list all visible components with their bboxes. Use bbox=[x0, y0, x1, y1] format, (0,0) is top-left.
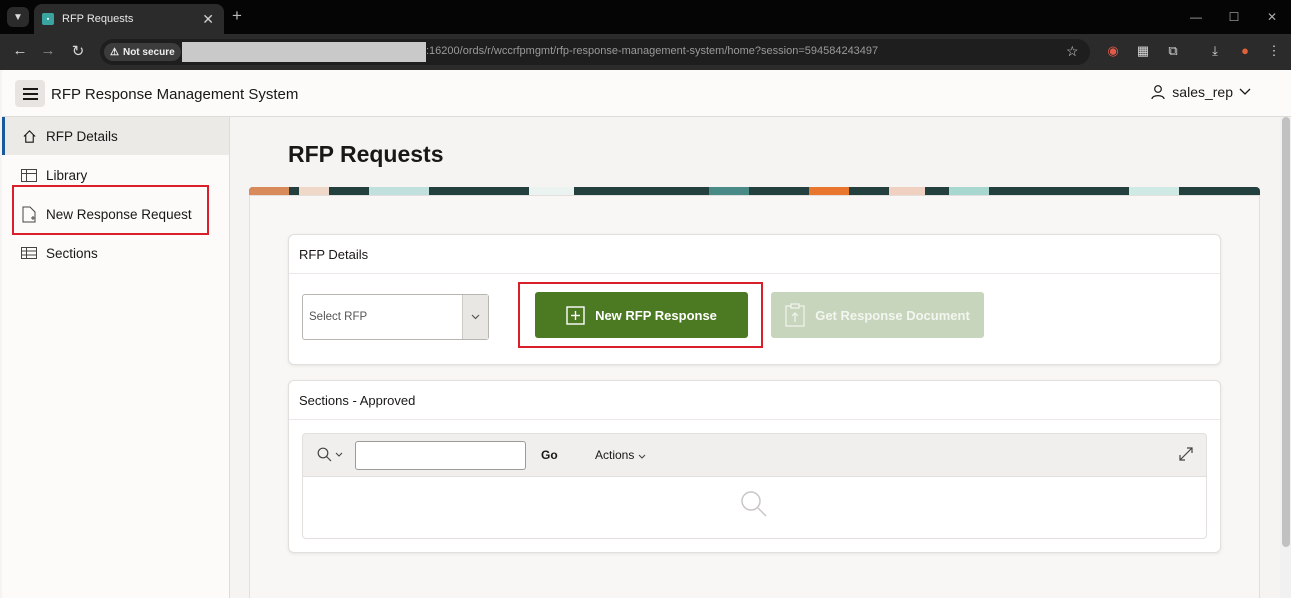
app-title[interactable]: RFP Response Management System bbox=[51, 86, 298, 103]
highlight-box-new-button bbox=[518, 282, 763, 348]
actions-label: Actions bbox=[595, 448, 635, 462]
search-column-selector[interactable] bbox=[317, 447, 343, 462]
tab-title: RFP Requests bbox=[62, 13, 134, 25]
browser-menu-icon[interactable]: ⋮ bbox=[1265, 43, 1283, 59]
tab-close-icon[interactable]: ✕ bbox=[202, 11, 214, 28]
sidebar-item-sections[interactable]: Sections bbox=[2, 234, 229, 272]
security-indicator[interactable]: ⚠ Not secure bbox=[104, 43, 181, 61]
report-search-input[interactable] bbox=[355, 441, 526, 470]
actions-menu-button[interactable]: Actions bbox=[595, 448, 646, 462]
url-text[interactable]: :16200/ords/r/wccrfpmgmt/rfp-response-ma… bbox=[426, 45, 878, 57]
go-button[interactable]: Go bbox=[541, 448, 558, 462]
record-icon[interactable]: ◉ bbox=[1104, 43, 1122, 59]
maximize-icon[interactable]: ☐ bbox=[1215, 0, 1253, 34]
url-redacted bbox=[182, 42, 426, 62]
extensions-icon[interactable]: ⧉ bbox=[1164, 43, 1182, 59]
grid-icon bbox=[21, 167, 37, 183]
app-header: RFP Response Management System sales_rep bbox=[2, 70, 1291, 117]
get-response-document-label: Get Response Document bbox=[815, 307, 970, 323]
page-title: RFP Requests bbox=[288, 141, 444, 167]
new-tab-icon[interactable]: + bbox=[232, 6, 242, 26]
tab-search-button[interactable]: ▼ bbox=[7, 7, 29, 27]
highlight-box-sidebar bbox=[12, 185, 209, 235]
user-icon bbox=[1151, 85, 1165, 100]
expand-icon[interactable] bbox=[1178, 446, 1194, 462]
chevron-down-icon[interactable] bbox=[462, 295, 488, 339]
report-toolbar: Go Actions bbox=[302, 433, 1207, 477]
sidebar-item-label: Sections bbox=[46, 245, 98, 261]
username: sales_rep bbox=[1172, 84, 1233, 100]
page-scrollbar[interactable] bbox=[1280, 117, 1291, 598]
home-icon bbox=[21, 128, 37, 144]
sidebar-item-label: RFP Details bbox=[46, 128, 118, 144]
hero-banner bbox=[249, 187, 1260, 195]
profile-icon[interactable]: ● bbox=[1236, 43, 1254, 58]
favicon-icon: ▪ bbox=[42, 13, 54, 25]
scrollbar-thumb[interactable] bbox=[1282, 117, 1290, 547]
bookmark-star-icon[interactable]: ☆ bbox=[1066, 43, 1079, 60]
download-icon[interactable]: ⤓ bbox=[1206, 43, 1224, 59]
select-rfp-dropdown[interactable]: Select RFP bbox=[302, 294, 489, 340]
browser-tab[interactable]: ▪ RFP Requests ✕ bbox=[34, 4, 224, 34]
report-body bbox=[302, 476, 1207, 539]
get-response-document-button[interactable]: Get Response Document bbox=[771, 292, 984, 338]
browser-tab-bar: ▼ ▪ RFP Requests ✕ + — ☐ ✕ bbox=[0, 0, 1291, 34]
clipboard-upload-icon bbox=[785, 303, 805, 327]
not-secure-label: Not secure bbox=[122, 46, 175, 58]
forward-icon[interactable]: → bbox=[38, 42, 58, 59]
region-title-sections: Sections - Approved bbox=[299, 393, 416, 408]
region-title-rfp-details: RFP Details bbox=[299, 247, 369, 262]
chevron-down-icon bbox=[1239, 88, 1251, 95]
select-rfp-placeholder: Select RFP bbox=[309, 311, 368, 323]
window-controls: — ☐ ✕ bbox=[1177, 0, 1291, 34]
menu-toggle-icon[interactable] bbox=[15, 80, 45, 107]
user-menu[interactable]: sales_rep bbox=[1150, 84, 1251, 100]
sidebar-item-rfp-details[interactable]: RFP Details bbox=[2, 117, 229, 155]
chevron-down-icon bbox=[638, 454, 646, 459]
main-content: RFP Requests RFP Details Select RFP New … bbox=[230, 117, 1280, 598]
qr-icon[interactable]: ▦ bbox=[1134, 43, 1152, 59]
minimize-icon[interactable]: — bbox=[1177, 0, 1215, 34]
empty-search-icon bbox=[741, 491, 767, 517]
back-icon[interactable]: ← bbox=[10, 42, 30, 59]
table-icon bbox=[21, 245, 37, 261]
search-icon bbox=[317, 447, 332, 462]
sidebar-item-label: Library bbox=[46, 167, 88, 183]
browser-address-bar: ← → ↻ ⚠ Not secure :16200/ords/r/wccrfpm… bbox=[0, 34, 1291, 70]
chevron-down-icon bbox=[335, 452, 343, 457]
close-window-icon[interactable]: ✕ bbox=[1253, 0, 1291, 34]
warning-icon: ⚠ bbox=[110, 46, 119, 58]
reload-icon[interactable]: ↻ bbox=[68, 42, 88, 60]
